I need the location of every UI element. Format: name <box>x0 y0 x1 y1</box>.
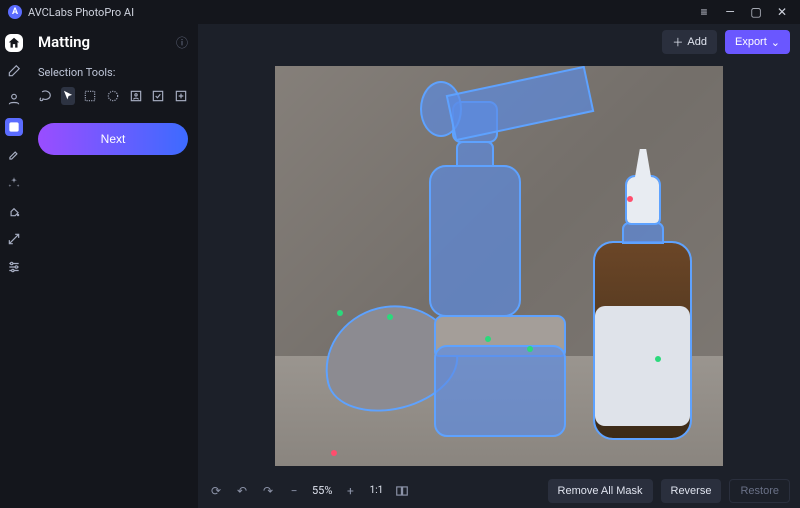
canvas[interactable] <box>275 66 723 466</box>
fit-button[interactable]: 1:1 <box>368 483 384 499</box>
rail-home[interactable] <box>5 34 23 52</box>
rail-face[interactable] <box>5 90 23 108</box>
rect-select-icon <box>83 89 97 103</box>
bottle-right-label <box>595 306 690 426</box>
rail-scale[interactable] <box>5 230 23 248</box>
add-select-icon <box>174 89 188 103</box>
tool-subject[interactable] <box>128 87 143 105</box>
compare-icon[interactable] <box>394 483 410 499</box>
mask-bottle-left <box>430 166 520 316</box>
tool-rect-select[interactable] <box>83 87 98 105</box>
app-title: AVCLabs PhotoPro AI <box>28 6 134 19</box>
tool-add-select[interactable] <box>173 87 188 105</box>
rail-matting[interactable] <box>5 118 23 136</box>
app-logo: A <box>8 5 22 19</box>
include-point[interactable] <box>485 336 491 342</box>
tool-magic[interactable] <box>151 87 166 105</box>
zoom-value: 55% <box>312 484 332 497</box>
add-button-label: Add <box>687 36 707 48</box>
restore-button[interactable]: Restore <box>729 479 790 503</box>
close-icon[interactable]: ✕ <box>772 2 792 22</box>
include-point[interactable] <box>655 356 661 362</box>
color-fill-icon <box>7 204 21 218</box>
next-button[interactable]: Next <box>38 123 188 155</box>
include-point[interactable] <box>527 346 533 352</box>
redo-icon[interactable]: ↷ <box>260 483 276 499</box>
plus-icon: ＋ <box>672 34 683 50</box>
tool-lasso[interactable] <box>38 87 53 105</box>
rail-brush[interactable] <box>5 146 23 164</box>
mask-jar <box>435 346 565 436</box>
mask-bottle-right-neck <box>623 223 663 243</box>
home-icon <box>7 36 21 50</box>
magic-select-icon <box>151 89 165 103</box>
hamburger-icon[interactable]: ≡ <box>694 2 714 22</box>
main-area: ＋ Add Export ⌄ <box>198 24 800 508</box>
add-button[interactable]: ＋ Add <box>662 30 717 54</box>
panel-title: Matting <box>38 33 90 51</box>
rail-adjust[interactable] <box>5 258 23 276</box>
pointer-icon <box>61 89 75 103</box>
include-point[interactable] <box>387 314 393 320</box>
adjust-icon <box>7 260 21 274</box>
undo-icon[interactable]: ↶ <box>234 483 250 499</box>
lasso-icon <box>38 89 52 103</box>
maximize-icon[interactable]: ▢ <box>746 2 766 22</box>
rail-colorfill[interactable] <box>5 202 23 220</box>
tool-pointer[interactable] <box>61 87 76 105</box>
matting-icon <box>7 120 21 134</box>
face-icon <box>7 92 21 106</box>
subject-icon <box>129 89 143 103</box>
canvas-wrap <box>198 60 800 472</box>
export-button[interactable]: Export ⌄ <box>725 30 790 54</box>
brush-icon <box>7 148 21 162</box>
tool-ellipse-select[interactable] <box>106 87 121 105</box>
export-button-label: Export <box>735 36 767 48</box>
ellipse-select-icon <box>106 89 120 103</box>
sparkle-group-icon <box>7 176 21 190</box>
rail-eraser[interactable] <box>5 62 23 80</box>
info-icon[interactable]: ⓘ <box>176 34 188 51</box>
scale-icon <box>7 232 21 246</box>
zoom-out-button[interactable]: − <box>286 483 302 499</box>
selection-tools <box>38 87 188 105</box>
remove-all-mask-button[interactable]: Remove All Mask <box>548 479 653 503</box>
minimize-icon[interactable]: — <box>720 2 740 22</box>
titlebar: A AVCLabs PhotoPro AI ≡ — ▢ ✕ <box>0 0 800 24</box>
exclude-point[interactable] <box>627 196 633 202</box>
side-panel: Matting ⓘ Selection Tools: Next <box>28 24 198 508</box>
main-topbar: ＋ Add Export ⌄ <box>198 24 800 60</box>
canvas-footer: ⟳ ↶ ↷ − 55% + 1:1 Remove All Mask Revers… <box>198 472 800 508</box>
rotate-icon[interactable]: ⟳ <box>208 483 224 499</box>
tool-rail <box>0 24 28 508</box>
reverse-button[interactable]: Reverse <box>661 479 722 503</box>
rail-sparkle[interactable] <box>5 174 23 192</box>
include-point[interactable] <box>337 310 343 316</box>
mask-bottle-left-neck <box>457 142 493 166</box>
zoom-in-button[interactable]: + <box>342 483 358 499</box>
chevron-down-icon: ⌄ <box>771 36 780 49</box>
eraser-icon <box>7 64 21 78</box>
selection-tools-label: Selection Tools: <box>38 66 188 79</box>
exclude-point[interactable] <box>331 450 337 456</box>
